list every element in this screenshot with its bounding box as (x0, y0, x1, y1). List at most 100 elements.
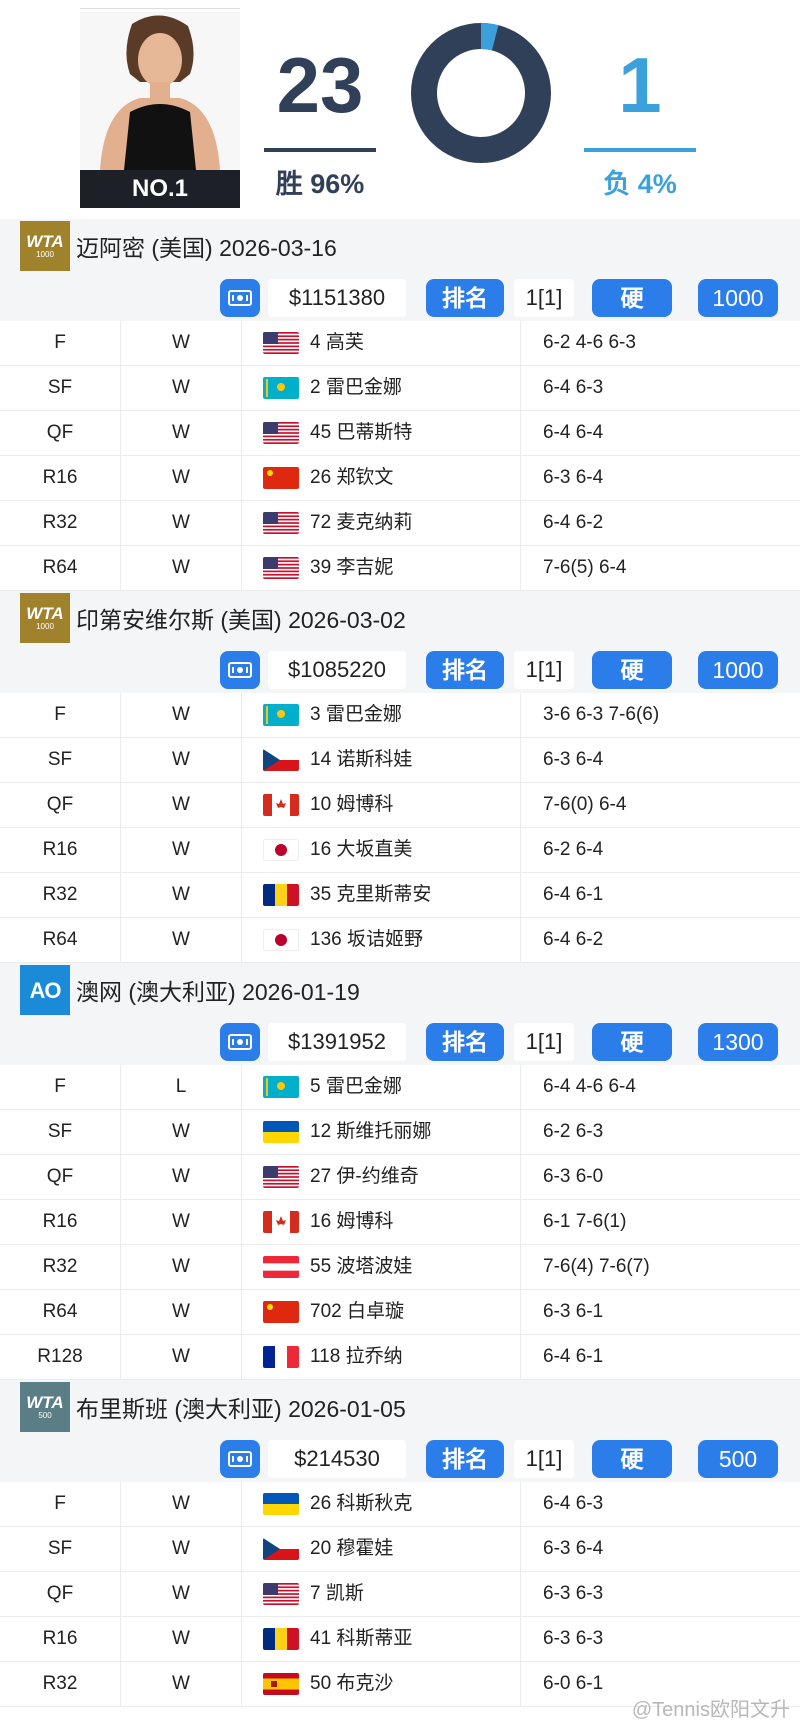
tournament-logo-text: AO (29, 977, 62, 1003)
prize-money-icon[interactable] (220, 1023, 260, 1061)
surface-button[interactable]: 硬 (592, 651, 672, 689)
match-row[interactable]: F W 26 科斯秋克 6-4 6-3 (0, 1482, 800, 1527)
banknote-icon (228, 290, 252, 306)
rank-value: 1[1] (514, 1440, 574, 1478)
rank-value: 1[1] (514, 279, 574, 317)
match-row[interactable]: F W 4 高芙 6-2 4-6 6-3 (0, 321, 800, 366)
chn-flag-icon (263, 1301, 299, 1323)
opponent-name: 12 斯维托丽娜 (310, 1121, 432, 1142)
match-opponent: 2 雷巴金娜 (240, 366, 521, 410)
match-row[interactable]: QF W 7 凯斯 6-3 6-3 (0, 1572, 800, 1617)
match-opponent: 50 布克沙 (240, 1662, 521, 1706)
points-button[interactable]: 1000 (698, 279, 778, 317)
opponent-name: 2 雷巴金娜 (310, 377, 402, 398)
rank-button[interactable]: 排名 (426, 1023, 504, 1061)
match-list: F W 26 科斯秋克 6-4 6-3 SF W 20 穆霍娃 6-3 6-4 QF W 7 凯斯 6… (0, 1482, 800, 1707)
surface-button[interactable]: 硬 (592, 1023, 672, 1061)
surface-button[interactable]: 硬 (592, 279, 672, 317)
match-row[interactable]: SF W 12 斯维托丽娜 6-2 6-3 (0, 1110, 800, 1155)
match-round: SF (47, 1538, 73, 1559)
rank-button[interactable]: 排名 (426, 279, 504, 317)
opponent-name: 55 波塔波娃 (310, 1256, 413, 1277)
match-opponent: 45 巴蒂斯特 (240, 411, 521, 455)
match-score: 6-4 6-2 (543, 929, 604, 950)
match-opponent: 12 斯维托丽娜 (240, 1110, 521, 1154)
match-row[interactable]: QF W 27 伊-约维奇 6-3 6-0 (0, 1155, 800, 1200)
banknote-icon (228, 662, 252, 678)
match-result: W (120, 1572, 242, 1616)
cze-flag-icon (263, 1538, 299, 1560)
prize-amount: $214530 (268, 1440, 406, 1478)
prize-money-icon[interactable] (220, 651, 260, 689)
points-button[interactable]: 1000 (698, 651, 778, 689)
match-row[interactable]: R32 W 35 克里斯蒂安 6-4 6-1 (0, 873, 800, 918)
match-result: W (120, 738, 242, 782)
tournament-title: 印第安维尔斯 (美国) 2026-03-02 (76, 607, 406, 633)
points-button[interactable]: 500 (698, 1440, 778, 1478)
points-button[interactable]: 1300 (698, 1023, 778, 1061)
fra-flag-icon (263, 1346, 299, 1368)
match-score: 7-6(4) 7-6(7) (543, 1256, 650, 1277)
opponent-name: 3 雷巴金娜 (310, 704, 402, 725)
match-row[interactable]: R16 W 41 科斯蒂亚 6-3 6-3 (0, 1617, 800, 1662)
match-round: R32 (42, 1673, 78, 1694)
match-opponent: 26 郑钦文 (240, 456, 521, 500)
can-flag-icon (263, 1211, 299, 1233)
rank-button[interactable]: 排名 (426, 1440, 504, 1478)
match-opponent: 41 科斯蒂亚 (240, 1617, 521, 1661)
match-score: 6-4 4-6 6-4 (543, 1076, 636, 1097)
usa-flag-icon (263, 422, 299, 444)
match-list: F W 4 高芙 6-2 4-6 6-3 SF W 2 雷巴金娜 6-4 6-3 QF W 45 巴… (0, 321, 800, 591)
prize-money-icon[interactable] (220, 1440, 260, 1478)
match-result: W (120, 783, 242, 827)
match-opponent: 702 白卓璇 (240, 1290, 521, 1334)
match-row[interactable]: R64 W 702 白卓璇 6-3 6-1 (0, 1290, 800, 1335)
match-round: QF (46, 422, 74, 443)
opponent-name: 26 郑钦文 (310, 467, 394, 488)
usa-flag-icon (263, 512, 299, 534)
match-row[interactable]: R128 W 118 拉乔纳 6-4 6-1 (0, 1335, 800, 1380)
match-row[interactable]: R32 W 55 波塔波娃 7-6(4) 7-6(7) (0, 1245, 800, 1290)
match-row[interactable]: SF W 14 诺斯科娃 6-3 6-4 (0, 738, 800, 783)
match-row[interactable]: QF W 45 巴蒂斯特 6-4 6-4 (0, 411, 800, 456)
match-round: F (54, 704, 66, 725)
match-row[interactable]: R16 W 26 郑钦文 6-3 6-4 (0, 456, 800, 501)
match-row[interactable]: F W 3 雷巴金娜 3-6 6-3 7-6(6) (0, 693, 800, 738)
summary-header: NO.1 23 胜 96% 1 负 4% (0, 0, 800, 212)
match-row[interactable]: R64 W 136 坂诘姬野 6-4 6-2 (0, 918, 800, 963)
jpn-flag-icon (263, 929, 299, 951)
tournament-logo-text: WTA (26, 1392, 64, 1412)
match-row[interactable]: R32 W 72 麦克纳莉 6-4 6-2 (0, 501, 800, 546)
match-row[interactable]: F L 5 雷巴金娜 6-4 4-6 6-4 (0, 1065, 800, 1110)
opponent-name: 72 麦克纳莉 (310, 512, 413, 533)
surface-button[interactable]: 硬 (592, 1440, 672, 1478)
opponent-name: 16 姆博科 (310, 1211, 394, 1232)
tournament-block: WTA 1000 印第安维尔斯 (美国) 2026-03-02 $1085220 排名 1… (0, 591, 800, 963)
match-round: R16 (42, 1211, 78, 1232)
match-score: 6-4 6-3 (543, 1493, 604, 1514)
match-score: 6-4 6-3 (543, 377, 604, 398)
match-round: R32 (42, 884, 78, 905)
tournament-header: WTA 1000 印第安维尔斯 (美国) 2026-03-02 $1085220 排名 1… (0, 591, 800, 693)
match-row[interactable]: R64 W 39 李吉妮 7-6(5) 6-4 (0, 546, 800, 591)
match-opponent: 5 雷巴金娜 (240, 1065, 521, 1109)
match-row[interactable]: SF W 2 雷巴金娜 6-4 6-3 (0, 366, 800, 411)
match-opponent: 55 波塔波娃 (240, 1245, 521, 1289)
wins-underline (264, 148, 376, 152)
tournament-info-bar: $1151380 排名 1[1] 硬 1000 (0, 279, 800, 321)
match-round: R16 (42, 1628, 78, 1649)
match-row[interactable]: R16 W 16 姆博科 6-1 7-6(1) (0, 1200, 800, 1245)
match-score: 6-3 6-4 (543, 749, 604, 770)
match-score: 6-1 7-6(1) (543, 1211, 627, 1232)
opponent-name: 118 拉乔纳 (310, 1346, 403, 1367)
rank-button[interactable]: 排名 (426, 651, 504, 689)
prize-money-icon[interactable] (220, 279, 260, 317)
tournament-title: 澳网 (澳大利亚) 2026-01-19 (76, 979, 360, 1005)
match-row[interactable]: QF W 10 姆博科 7-6(0) 6-4 (0, 783, 800, 828)
usa-flag-icon (263, 1583, 299, 1605)
match-row[interactable]: R16 W 16 大坂直美 6-2 6-4 (0, 828, 800, 873)
prize-amount: $1085220 (268, 651, 406, 689)
match-score: 7-6(5) 6-4 (543, 557, 627, 578)
match-score: 3-6 6-3 7-6(6) (543, 704, 660, 725)
match-row[interactable]: SF W 20 穆霍娃 6-3 6-4 (0, 1527, 800, 1572)
